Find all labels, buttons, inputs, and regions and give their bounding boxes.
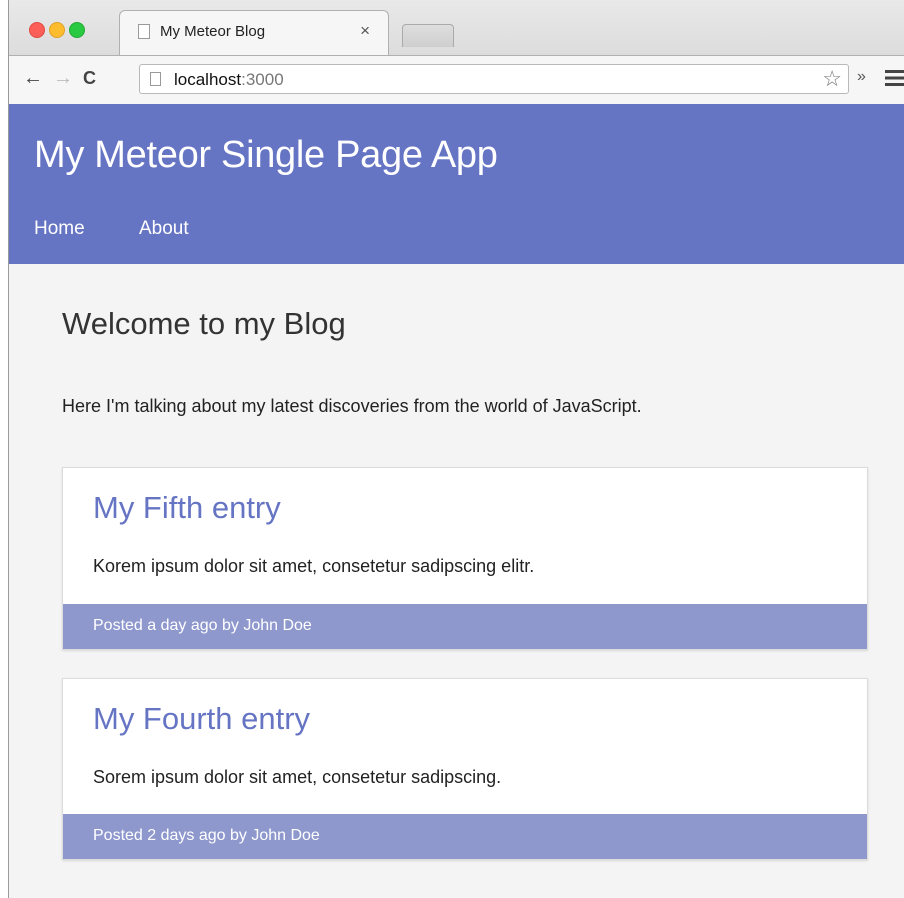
forward-button[interactable]: → [53,66,73,90]
main-content: Welcome to my Blog Here I'm talking abou… [9,264,904,898]
page-icon [150,72,161,86]
intro-text: Here I'm talking about my latest discove… [62,396,642,416]
url-port: :3000 [241,70,284,89]
minimize-window-button[interactable] [49,22,65,38]
new-tab-button[interactable] [402,24,454,47]
star-icon[interactable]: ☆ [822,66,842,92]
nav-home-link[interactable]: Home [34,218,85,240]
browser-window: My Meteor Blog × ← → C localhost:3000 ☆ … [8,0,904,898]
post-title-link[interactable]: My Fourth entry [93,701,310,737]
back-button[interactable]: ← [23,66,43,90]
post-meta: Posted 2 days ago by John Doe [93,827,320,844]
tab-active[interactable]: My Meteor Blog × [119,10,389,56]
close-window-button[interactable] [29,22,45,38]
url-host: localhost [174,70,242,89]
browser-toolbar: ← → C localhost:3000 ☆ » [9,55,904,105]
url-text[interactable]: localhost:3000 [174,70,284,90]
post-card: My Fifth entry Korem ipsum dolor sit ame… [62,467,868,650]
tab-title: My Meteor Blog [160,23,266,40]
page-heading: Welcome to my Blog [62,306,346,341]
page-icon [138,24,150,39]
post-card: My Fourth entry Sorem ipsum dolor sit am… [62,678,868,860]
nav-about-link[interactable]: About [139,218,189,240]
zoom-window-button[interactable] [69,22,85,38]
tab-close-button[interactable]: × [360,21,370,41]
post-excerpt: Sorem ipsum dolor sit amet, consetetur s… [93,767,502,787]
post-footer: Posted 2 days ago by John Doe [63,814,867,859]
post-excerpt: Korem ipsum dolor sit amet, consetetur s… [93,556,535,576]
tab-strip: My Meteor Blog × [9,0,904,56]
post-title-link[interactable]: My Fifth entry [93,490,281,526]
app-title: My Meteor Single Page App [34,134,498,176]
extensions-more-button[interactable]: » [857,68,866,86]
menu-icon[interactable] [885,70,904,86]
address-bar[interactable]: localhost:3000 ☆ [139,64,849,94]
post-meta: Posted a day ago by John Doe [93,617,312,634]
post-footer: Posted a day ago by John Doe [63,604,867,649]
app-header: My Meteor Single Page App Home About [9,104,904,264]
reload-button[interactable]: C [83,66,96,90]
